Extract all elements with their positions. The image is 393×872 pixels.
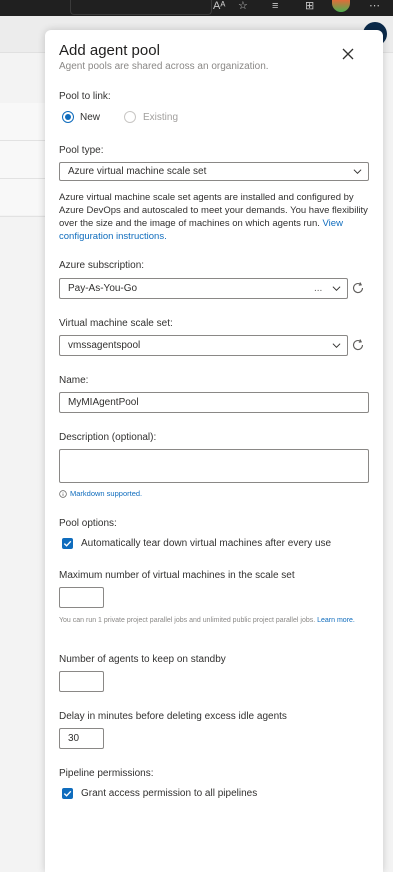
teardown-checkbox[interactable] (62, 538, 73, 549)
panel-subtitle: Agent pools are shared across an organiz… (59, 61, 269, 72)
pipeline-permissions-label: Pipeline permissions: (59, 768, 154, 779)
standby-input[interactable] (59, 671, 104, 692)
checkmark-icon (63, 790, 72, 797)
radio-new-label[interactable]: New (80, 112, 100, 123)
azure-subscription-ellipsis: ... (314, 283, 323, 294)
pool-to-link-label: Pool to link: (59, 91, 111, 102)
grant-access-label[interactable]: Grant access permission to all pipelines (81, 788, 257, 799)
add-agent-pool-panel: Add agent pool Agent pools are shared ac… (45, 30, 383, 872)
delay-input[interactable]: 30 (59, 728, 104, 749)
azure-subscription-label: Azure subscription: (59, 260, 145, 271)
refresh-vmss-button[interactable] (348, 335, 368, 355)
read-aloud-icon[interactable]: Aᴬ (213, 0, 225, 12)
description-textarea[interactable] (59, 449, 369, 483)
vmss-value: vmssagentspool (68, 340, 141, 351)
refresh-icon (352, 282, 364, 294)
teardown-label[interactable]: Automatically tear down virtual machines… (81, 538, 331, 549)
close-button[interactable] (338, 44, 358, 64)
markdown-note[interactable]: Markdown supported. (59, 489, 142, 498)
radio-existing[interactable] (124, 111, 136, 123)
max-vms-label: Maximum number of virtual machines in th… (59, 570, 295, 581)
refresh-icon (352, 339, 364, 351)
extension-icon[interactable] (332, 0, 350, 12)
vmss-label: Virtual machine scale set: (59, 318, 173, 329)
pool-type-dropdown[interactable]: Azure virtual machine scale set (59, 162, 369, 181)
pool-type-label: Pool type: (59, 145, 104, 156)
chevron-down-icon (332, 343, 341, 349)
vmss-dropdown[interactable]: vmssagentspool (59, 335, 348, 356)
learn-more-link[interactable]: Learn more. (317, 617, 355, 624)
max-vms-help-text: You can run 1 private project parallel j… (59, 617, 316, 624)
more-options-icon[interactable]: ⋯ (369, 0, 380, 12)
chevron-down-icon (353, 169, 362, 175)
info-icon (59, 490, 67, 498)
favorite-icon[interactable]: ☆ (238, 0, 248, 12)
azure-subscription-dropdown[interactable]: Pay-As-You-Go ... (59, 278, 348, 299)
refresh-subscriptions-button[interactable] (348, 278, 368, 298)
markdown-note-text: Markdown supported. (70, 489, 143, 498)
name-input[interactable]: MyMIAgentPool (59, 392, 369, 413)
max-vms-input[interactable] (59, 587, 104, 608)
close-icon (342, 48, 354, 60)
checkmark-icon (63, 540, 72, 547)
delay-label: Delay in minutes before deleting excess … (59, 711, 287, 722)
pool-type-value: Azure virtual machine scale set (68, 166, 207, 177)
description-label: Description (optional): (59, 432, 157, 443)
browser-toolbar: Aᴬ ☆ ≡ ⊞ ⋯ (0, 0, 393, 16)
name-label: Name: (59, 375, 89, 386)
standby-label: Number of agents to keep on standby (59, 654, 226, 665)
pool-type-description: Azure virtual machine scale set agents a… (59, 191, 369, 243)
max-vms-help: You can run 1 private project parallel j… (59, 616, 369, 626)
pool-options-label: Pool options: (59, 518, 117, 529)
azure-subscription-value: Pay-As-You-Go (68, 283, 138, 294)
address-bar[interactable] (70, 0, 212, 15)
chevron-down-icon (332, 286, 341, 292)
collections-icon[interactable]: ⊞ (305, 0, 314, 12)
radio-new[interactable] (62, 111, 74, 123)
favorites-bar-icon[interactable]: ≡ (272, 0, 278, 12)
grant-access-checkbox[interactable] (62, 788, 73, 799)
panel-title: Add agent pool (59, 42, 160, 59)
radio-existing-label[interactable]: Existing (143, 112, 178, 123)
